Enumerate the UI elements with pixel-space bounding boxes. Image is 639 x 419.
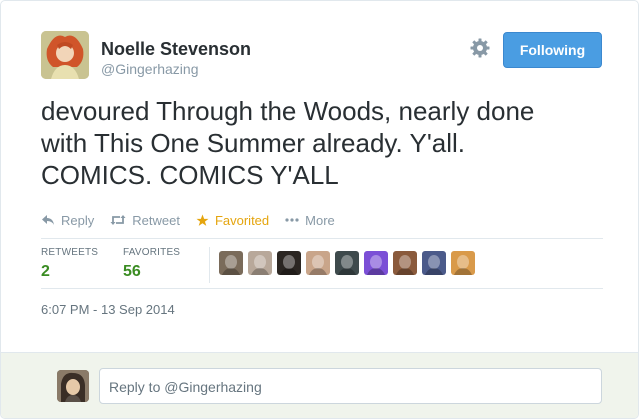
- gear-icon[interactable]: [469, 37, 491, 59]
- favorited-button[interactable]: Favorited: [196, 213, 269, 228]
- favorites-stat[interactable]: FAVORITES 56: [123, 247, 180, 281]
- author-avatar[interactable]: [41, 31, 89, 79]
- tweet-actions: Reply Retweet Favorited More: [41, 211, 351, 229]
- tweet-text-line: with This One Summer already. Y'all.: [41, 128, 466, 158]
- avatar-1[interactable]: [219, 251, 243, 275]
- star-icon: [196, 214, 209, 226]
- avatar-6[interactable]: [364, 251, 388, 275]
- tweet-card: Noelle Stevenson @Gingerhazing Following: [0, 0, 639, 419]
- author-name[interactable]: Noelle Stevenson: [101, 39, 251, 60]
- favoriters-list: [219, 251, 480, 275]
- current-user-avatar: [57, 370, 89, 402]
- more-button[interactable]: More: [285, 213, 335, 228]
- divider: [41, 288, 603, 289]
- tweet-header: Noelle Stevenson @Gingerhazing Following: [41, 31, 603, 81]
- reply-icon: [42, 215, 54, 225]
- retweets-count: 2: [41, 263, 50, 280]
- author-handle[interactable]: @Gingerhazing: [101, 61, 199, 77]
- tweet-text-line: COMICS. COMICS Y'ALL: [41, 160, 339, 190]
- avatar-5[interactable]: [335, 251, 359, 275]
- tweet-timestamp[interactable]: 6:07 PM - 13 Sep 2014: [41, 302, 175, 317]
- avatar-4[interactable]: [306, 251, 330, 275]
- avatar-2[interactable]: [248, 251, 272, 275]
- reply-button[interactable]: Reply: [41, 213, 94, 228]
- tweet-stats: RETWEETS 2 FAVORITES 56: [41, 247, 603, 283]
- retweets-stat[interactable]: RETWEETS 2: [41, 247, 98, 281]
- more-label: More: [305, 212, 335, 228]
- more-icon: [285, 218, 299, 222]
- favorites-label: FAVORITES: [123, 247, 181, 258]
- favorited-label: Favorited: [214, 212, 270, 228]
- favorites-count: 56: [123, 263, 141, 280]
- reply-input[interactable]: Reply to @Gingerhazing: [99, 368, 602, 404]
- divider: [41, 238, 603, 239]
- retweet-label: Retweet: [132, 212, 180, 228]
- following-button[interactable]: Following: [503, 32, 602, 68]
- tweet-text-line: devoured Through the Woods, nearly done: [41, 96, 535, 126]
- reply-area: Reply to @Gingerhazing: [1, 352, 638, 418]
- stats-separator: [209, 247, 210, 283]
- tweet-text: devoured Through the Woods, nearly done …: [41, 95, 603, 191]
- retweet-button[interactable]: Retweet: [110, 213, 180, 228]
- avatar-9[interactable]: [451, 251, 475, 275]
- retweets-label: RETWEETS: [41, 247, 99, 258]
- avatar-7[interactable]: [393, 251, 417, 275]
- avatar-8[interactable]: [422, 251, 446, 275]
- retweet-icon: [110, 215, 126, 225]
- avatar-3[interactable]: [277, 251, 301, 275]
- reply-label: Reply: [61, 212, 95, 228]
